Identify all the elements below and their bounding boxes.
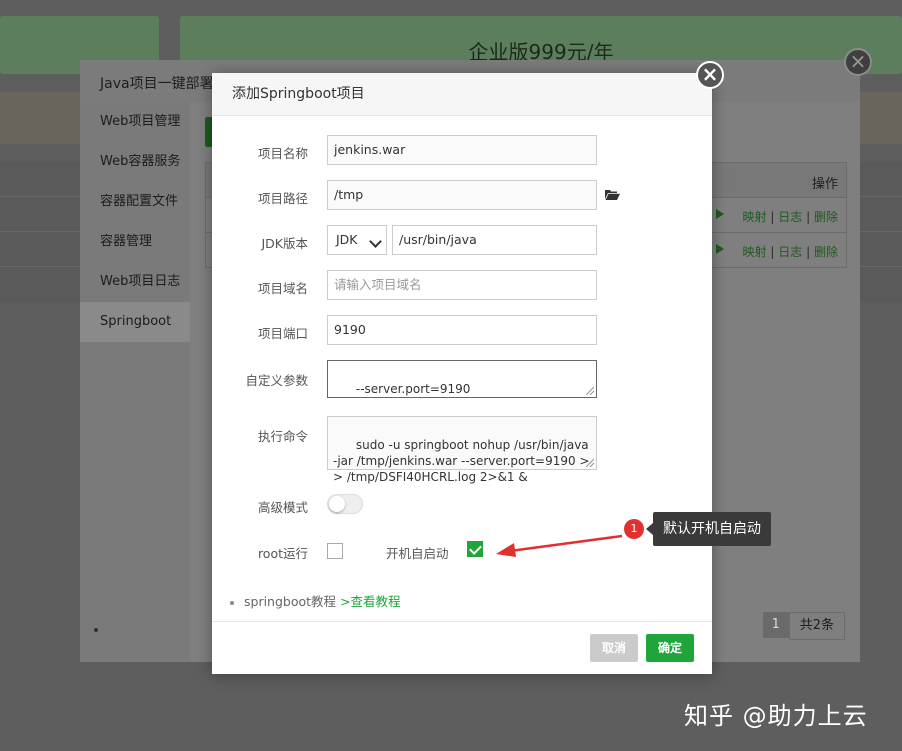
toggle-knob	[329, 496, 345, 512]
java-window-title: Java项目一键部署	[100, 76, 214, 92]
map-link[interactable]: 映射	[743, 245, 767, 259]
custom-args-value: --server.port=9190	[355, 382, 471, 396]
separator: |	[806, 245, 811, 259]
root-run-label: root运行	[257, 546, 308, 561]
sidebar-item-container-manage[interactable]: 容器管理	[80, 222, 190, 262]
delete-link[interactable]: 删除	[814, 245, 838, 259]
separator: |	[806, 210, 811, 224]
java-sidebar: Web项目管理 Web容器服务 容器配置文件 容器管理 Web项目日志 Spri…	[80, 102, 190, 662]
root-run-checkbox[interactable]	[327, 543, 343, 559]
annotation-badge: 1	[624, 519, 644, 539]
header-actions: 操作	[811, 177, 838, 192]
log-link[interactable]: 日志	[778, 210, 802, 224]
sidebar-item-web-projects[interactable]: Web项目管理	[80, 102, 190, 142]
pagination: 1 共2条	[762, 612, 845, 640]
custom-args-label: 自定义参数	[245, 373, 308, 388]
sidebar-item-container-config[interactable]: 容器配置文件	[80, 182, 190, 222]
page-total: 共2条	[788, 612, 845, 640]
play-icon[interactable]	[716, 209, 724, 219]
folder-open-icon[interactable]	[605, 189, 620, 200]
advanced-label: 高级模式	[257, 500, 308, 515]
dialog-close-icon[interactable]: ×	[696, 61, 724, 89]
dialog-footer: 取消 确定	[212, 621, 712, 674]
jdk-path-input[interactable]: /usr/bin/java	[392, 225, 597, 255]
watermark: 知乎 @助力上云	[684, 702, 868, 730]
port-input[interactable]: 9190	[327, 315, 597, 345]
tutorial-line: springboot教程 >查看教程	[230, 591, 401, 610]
command-textarea[interactable]: sudo -u springboot nohup /usr/bin/java -…	[327, 416, 597, 484]
project-path-label: 项目路径	[257, 191, 308, 206]
project-name-input[interactable]: jenkins.war	[327, 135, 597, 165]
jdk-label: JDK版本	[261, 236, 308, 251]
project-name-label: 项目名称	[257, 146, 308, 161]
autostart-checkbox[interactable]	[467, 541, 483, 557]
resize-handle-icon[interactable]	[586, 459, 594, 467]
log-link[interactable]: 日志	[778, 245, 802, 259]
sidebar-item-springboot[interactable]: Springboot	[80, 302, 190, 342]
project-path-input[interactable]: /tmp	[327, 180, 597, 210]
cancel-button[interactable]: 取消	[590, 634, 639, 662]
tutorial-link[interactable]: >查看教程	[340, 594, 400, 609]
command-value: sudo -u springboot nohup /usr/bin/java -…	[333, 438, 593, 484]
separator: |	[770, 245, 775, 259]
bullet-dot	[94, 628, 98, 632]
command-label: 执行命令	[257, 429, 308, 444]
delete-link[interactable]: 删除	[814, 210, 838, 224]
domain-label: 项目域名	[257, 281, 308, 296]
java-window-close-icon[interactable]: ×	[844, 48, 872, 76]
confirm-button[interactable]: 确定	[646, 634, 695, 662]
autostart-label: 开机自启动	[386, 546, 449, 561]
domain-input[interactable]: 请输入项目域名	[327, 270, 597, 300]
bullet-dot	[230, 600, 234, 605]
jdk-select-value: JDK	[336, 232, 358, 247]
sidebar-item-web-logs[interactable]: Web项目日志	[80, 262, 190, 302]
custom-args-textarea[interactable]: --server.port=9190	[327, 360, 597, 398]
annotation-arrow-icon	[496, 534, 623, 557]
resize-handle-icon[interactable]	[586, 387, 594, 395]
play-icon[interactable]	[716, 244, 724, 254]
jdk-select[interactable]: JDK	[327, 225, 387, 255]
advanced-toggle[interactable]	[327, 494, 363, 514]
add-springboot-dialog: 添加Springboot项目 项目名称 jenkins.war 项目路径 /tm…	[212, 73, 712, 674]
sidebar-item-web-container[interactable]: Web容器服务	[80, 142, 190, 182]
map-link[interactable]: 映射	[743, 210, 767, 224]
tutorial-text: springboot教程	[244, 594, 337, 609]
port-label: 项目端口	[257, 326, 308, 341]
separator: |	[770, 210, 775, 224]
page-current[interactable]: 1	[762, 612, 789, 638]
dialog-title: 添加Springboot项目	[212, 73, 712, 116]
chevron-down-icon	[369, 235, 382, 248]
annotation-tooltip: 默认开机自启动	[646, 512, 771, 546]
